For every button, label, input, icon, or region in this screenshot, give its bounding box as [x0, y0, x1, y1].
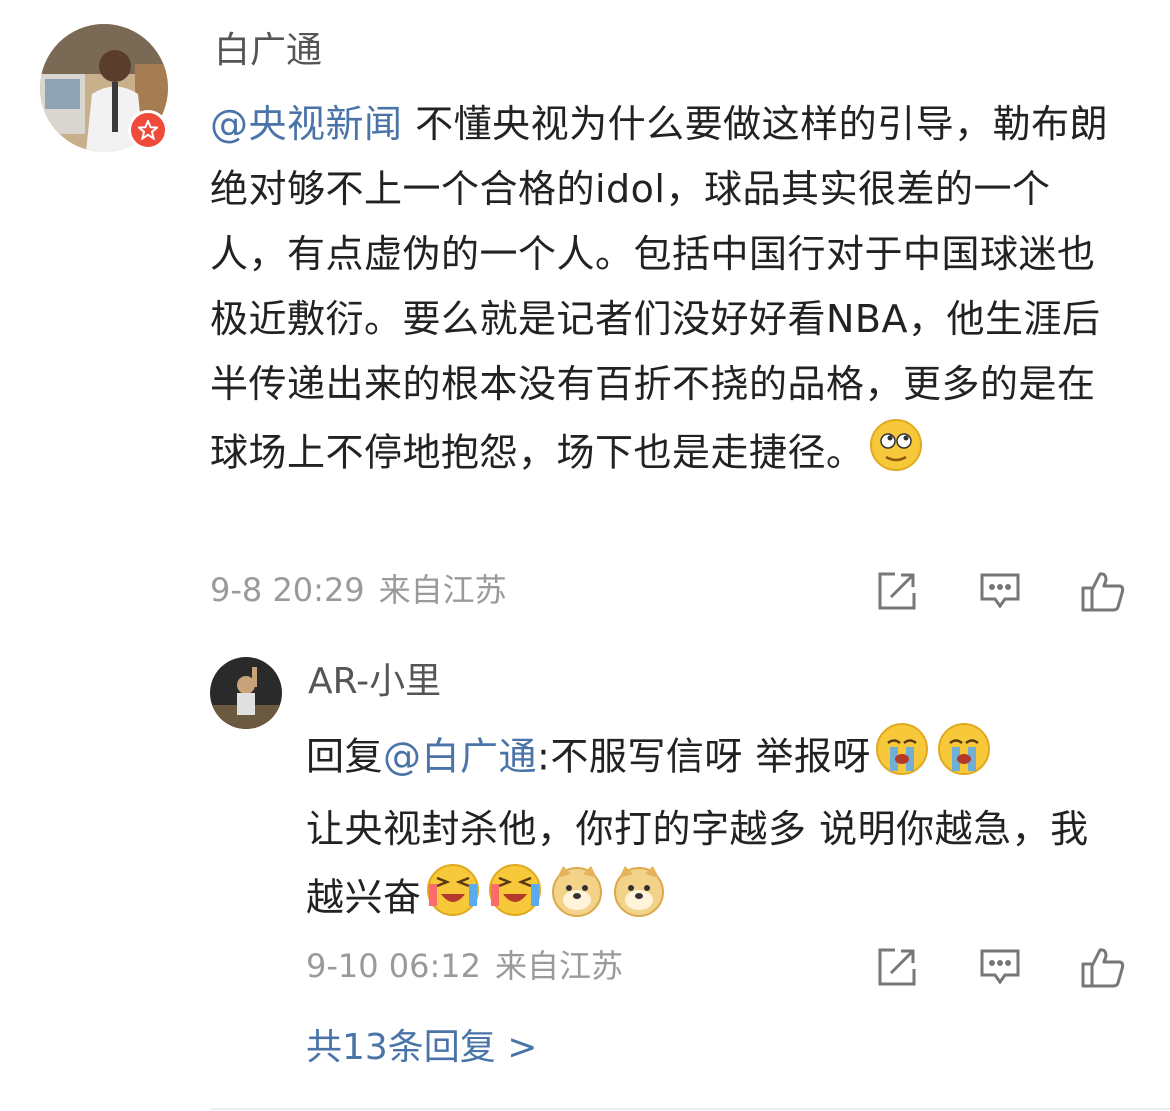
reply-location: 来自江苏 — [495, 947, 624, 985]
doge-face-icon — [868, 417, 924, 493]
reply-meta: 9-10 06:12 来自江苏 — [306, 950, 623, 982]
comment-icon[interactable] — [975, 566, 1025, 616]
reply-line-2: 让央视封杀他，你打的字越多 说明你越急，我越兴奋 — [306, 797, 1106, 938]
reply-actions — [872, 942, 1128, 992]
crying-face-icon — [936, 721, 992, 797]
reply-mention-link[interactable]: @白广通 — [383, 735, 537, 779]
laughing-tears-icon — [487, 862, 543, 938]
comment-body: @央视新闻 不懂央视为什么要做这样的引导，勒布朗绝对够不上一个合格的idol，球… — [210, 92, 1120, 493]
comment-location: 来自江苏 — [378, 571, 507, 609]
comment-username[interactable]: 白广通 — [214, 33, 322, 69]
share-icon[interactable] — [872, 942, 922, 992]
like-icon[interactable] — [1078, 566, 1128, 616]
doge-icon — [611, 862, 667, 938]
reply-text-1: :不服写信呀 举报呀 — [537, 734, 871, 779]
comment-actions — [872, 566, 1128, 616]
reply-username[interactable]: AR-小里 — [308, 664, 441, 700]
reply-prefix: 回复 — [306, 734, 384, 779]
reply-text-2: 让央视封杀他，你打的字越多 说明你越急，我越兴奋 — [306, 807, 1089, 920]
crying-face-icon — [874, 721, 930, 797]
reply-body: 回复@白广通:不服写信呀 举报呀 让央视封杀他，你打的字越多 说明你越急，我越兴… — [306, 721, 1106, 938]
comment-mention-link[interactable]: @央视新闻 — [210, 102, 403, 146]
comment-date: 9-8 20:29 — [210, 571, 365, 609]
comment-text: 不懂央视为什么要做这样的引导，勒布朗绝对够不上一个合格的idol，球品其实很差的… — [210, 102, 1109, 475]
share-icon[interactable] — [872, 566, 922, 616]
doge-icon — [549, 862, 605, 938]
comment-icon[interactable] — [975, 942, 1025, 992]
verified-star-icon — [128, 110, 168, 150]
divider — [210, 1108, 1170, 1110]
reply-date: 9-10 06:12 — [306, 947, 482, 985]
more-replies-link[interactable]: 共13条回复 > — [306, 1030, 537, 1066]
like-icon[interactable] — [1078, 942, 1128, 992]
laughing-tears-icon — [425, 862, 481, 938]
comment-meta: 9-8 20:29 来自江苏 — [210, 574, 507, 606]
avatar-ar-xiaoli[interactable] — [210, 657, 282, 729]
reply-line-1: 回复@白广通:不服写信呀 举报呀 — [306, 721, 1106, 797]
